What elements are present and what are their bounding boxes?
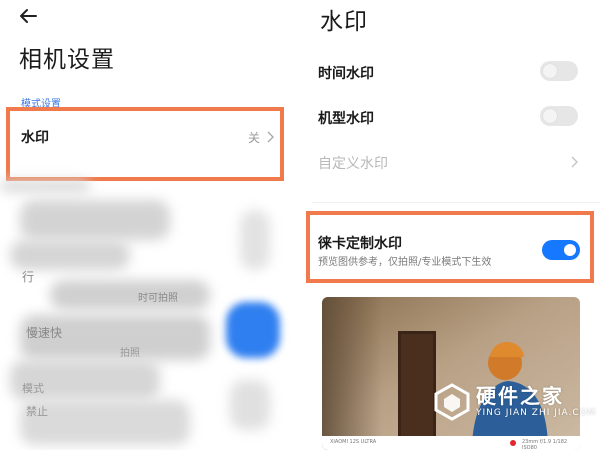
leica-watermark-label: 徕卡定制水印 [318, 236, 402, 252]
site-watermark: 硬件之家 YING JIAN ZHI JIA.COM [430, 380, 600, 440]
custom-watermark-row[interactable]: 自定义水印 [302, 145, 600, 179]
divider [312, 202, 600, 203]
site-logo-icon [434, 383, 470, 421]
page-title: 相机设置 [19, 47, 115, 73]
page-title: 水印 [320, 9, 368, 35]
leica-watermark-subtitle: 预览图供参考，仅拍照/专业模式下生效 [318, 257, 492, 268]
blurred-text: 拍照 [120, 348, 140, 359]
strip-params: 23mm f/1.9 1/182 ISO80 [522, 439, 568, 450]
time-watermark-toggle[interactable] [540, 61, 578, 81]
custom-watermark-label: 自定义水印 [318, 156, 388, 172]
watermark-row-value: 关 [248, 131, 261, 145]
site-name: 硬件之家 [476, 384, 564, 408]
watermark-row-label: 水印 [21, 130, 49, 146]
model-watermark-toggle[interactable] [540, 106, 578, 126]
leica-watermark-toggle[interactable] [542, 240, 580, 260]
leica-dot-icon [510, 440, 516, 446]
section-header-mode: 模式设置 [21, 99, 61, 110]
strip-model: XIAOMI 12S ULTRA [330, 439, 377, 445]
blurred-text: 行 [22, 270, 35, 284]
chevron-right-icon [571, 156, 578, 168]
model-watermark-row[interactable]: 机型水印 [302, 100, 600, 134]
leica-watermark-row[interactable]: 徕卡定制水印 预览图供参考，仅拍照/专业模式下生效 [302, 222, 600, 278]
time-watermark-label: 时间水印 [318, 66, 374, 82]
chevron-right-icon [267, 131, 274, 143]
blurred-text: 模式 [22, 382, 44, 395]
model-watermark-label: 机型水印 [318, 111, 374, 127]
site-url: YING JIAN ZHI JIA.COM [476, 408, 597, 418]
time-watermark-row[interactable]: 时间水印 [302, 55, 600, 89]
blurred-text: 时可拍照 [138, 293, 178, 304]
blurred-text: 慢速快 [26, 326, 63, 340]
watermark-settings-row[interactable]: 水印 关 [0, 110, 298, 178]
back-arrow-icon[interactable] [14, 2, 42, 30]
blurred-text: 禁止 [26, 405, 48, 418]
camera-settings-panel: 相机设置 模式设置 水印 关 行 时可拍照 慢速快 拍照 模式 禁止 [0, 0, 298, 450]
